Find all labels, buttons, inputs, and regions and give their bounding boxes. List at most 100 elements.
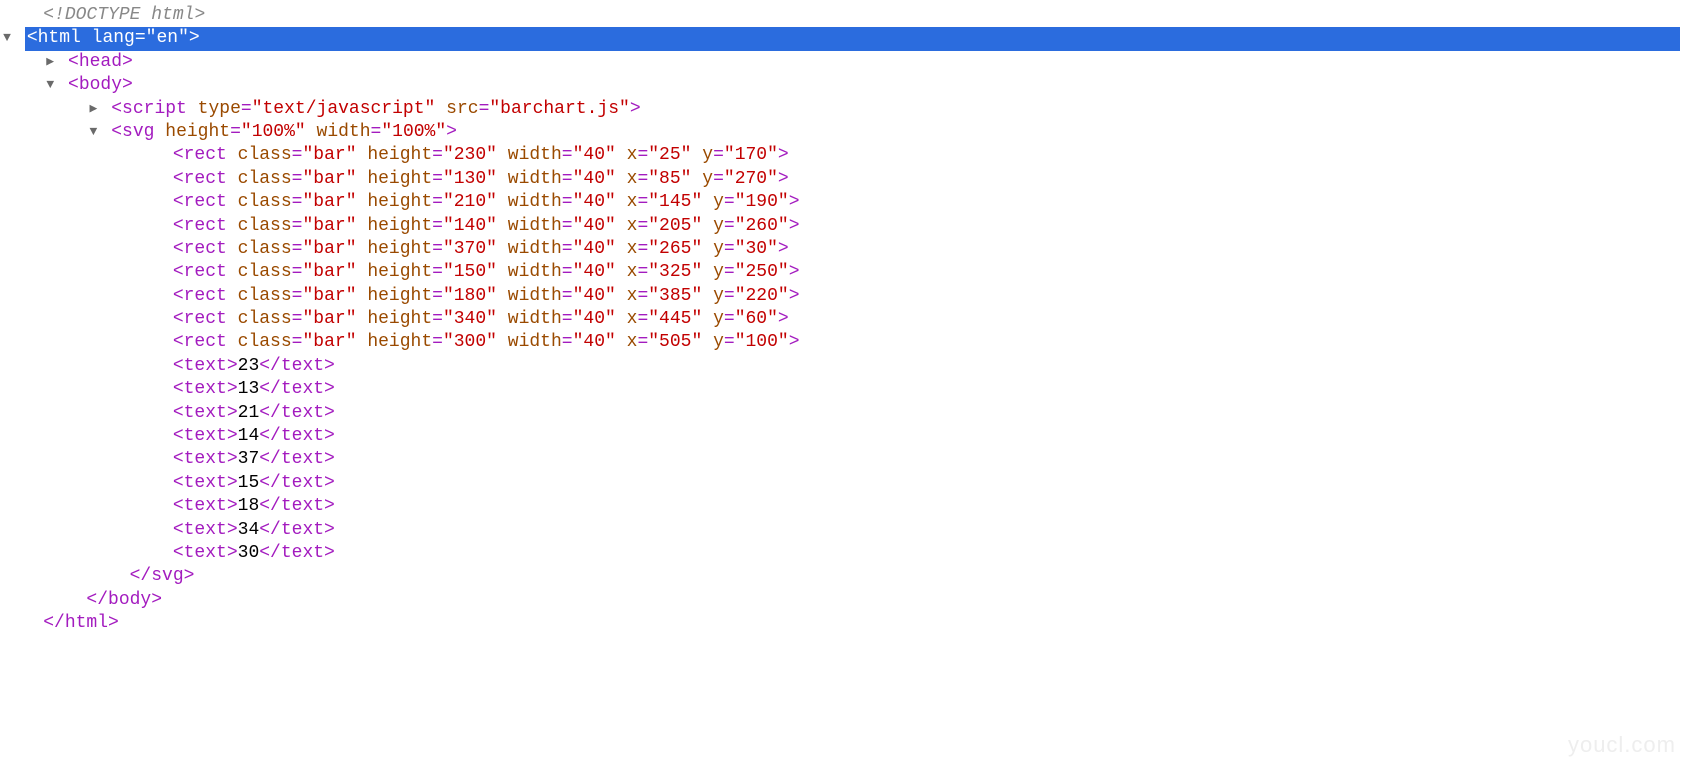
tag-close-bracket: > <box>778 239 789 259</box>
attr-name: width <box>317 122 371 142</box>
attr-name: y <box>713 192 724 212</box>
close-svg: </svg> <box>130 566 195 586</box>
rect-tag: <rect <box>173 169 227 189</box>
attr-value: "40" <box>573 309 616 329</box>
text-close-tag: </text> <box>259 543 335 563</box>
attr-name: x <box>627 216 638 236</box>
code-line[interactable]: <text>14</text> <box>0 425 1692 448</box>
attr-name: x <box>627 332 638 352</box>
attr-name: y <box>713 309 724 329</box>
attr-value: "bar" <box>302 145 356 165</box>
text-open-tag: <text> <box>173 496 238 516</box>
disclosure-script[interactable] <box>86 101 100 118</box>
code-line[interactable]: <body> <box>0 74 1692 97</box>
attr-value: "40" <box>573 286 616 306</box>
code-line[interactable]: <rect class="bar" height="150" width="40… <box>0 261 1692 284</box>
code-line[interactable]: </body> <box>0 589 1692 612</box>
tag-close-bracket: > <box>778 169 789 189</box>
attr-name: class <box>238 332 292 352</box>
tag-close-bracket: > <box>789 216 800 236</box>
disclosure-html[interactable] <box>0 30 14 47</box>
text-close-tag: </text> <box>259 379 335 399</box>
tag-close-bracket: > <box>789 332 800 352</box>
code-line[interactable]: </html> <box>0 612 1692 635</box>
text-value: 34 <box>238 520 260 540</box>
attr-value: "190" <box>735 192 789 212</box>
attr-value: "30" <box>735 239 778 259</box>
attr-name: x <box>627 262 638 282</box>
attr-name: height <box>367 192 432 212</box>
code-line[interactable]: <rect class="bar" height="370" width="40… <box>0 238 1692 261</box>
attr-name: width <box>508 332 562 352</box>
attr-name: class <box>238 262 292 282</box>
watermark: youcl.com <box>1568 731 1676 760</box>
attr-value: "40" <box>573 332 616 352</box>
code-line[interactable]: <text>37</text> <box>0 448 1692 471</box>
attr-value: "370" <box>443 239 497 259</box>
attr-name: class <box>238 216 292 236</box>
code-line[interactable]: <text>23</text> <box>0 355 1692 378</box>
text-close-tag: </text> <box>259 356 335 376</box>
attr-value: "bar" <box>302 309 356 329</box>
close-body: </body> <box>86 590 162 610</box>
code-line[interactable]: <text>15</text> <box>0 472 1692 495</box>
code-line[interactable]: <!DOCTYPE html> <box>0 4 1692 27</box>
attr-value: "bar" <box>302 169 356 189</box>
code-line[interactable]: </svg> <box>0 565 1692 588</box>
rect-tag: <rect <box>173 332 227 352</box>
attr-name: src <box>446 99 478 119</box>
tag-open: <html <box>27 28 81 48</box>
code-line[interactable]: <rect class="bar" height="300" width="40… <box>0 331 1692 354</box>
text-value: 18 <box>238 496 260 516</box>
text-close-tag: </text> <box>259 473 335 493</box>
attr-value: "250" <box>735 262 789 282</box>
attr-value: "40" <box>573 262 616 282</box>
attr-value: "265" <box>648 239 702 259</box>
attr-value: "100%" <box>241 122 306 142</box>
attr-name: class <box>238 145 292 165</box>
doctype-node: <!DOCTYPE html> <box>43 5 205 25</box>
attr-value: "505" <box>648 332 702 352</box>
code-line[interactable]: <text>13</text> <box>0 378 1692 401</box>
code-line[interactable]: <svg height="100%" width="100%"> <box>0 121 1692 144</box>
attr-value: "bar" <box>302 192 356 212</box>
tag-close-bracket: > <box>778 309 789 329</box>
text-close-tag: </text> <box>259 496 335 516</box>
code-line[interactable]: <text>21</text> <box>0 402 1692 425</box>
rect-tag: <rect <box>173 216 227 236</box>
code-line[interactable]: <rect class="bar" height="230" width="40… <box>0 144 1692 167</box>
attr-value: "180" <box>443 286 497 306</box>
tag-close-bracket: > <box>789 262 800 282</box>
attr-value: "bar" <box>302 216 356 236</box>
code-line[interactable]: <rect class="bar" height="210" width="40… <box>0 191 1692 214</box>
attr-name: class <box>238 286 292 306</box>
code-line[interactable]: <rect class="bar" height="140" width="40… <box>0 215 1692 238</box>
attr-value: "270" <box>724 169 778 189</box>
attr-value: "40" <box>573 192 616 212</box>
tag-close-bracket: > <box>630 99 641 119</box>
text-open-tag: <text> <box>173 426 238 446</box>
code-line[interactable]: <rect class="bar" height="180" width="40… <box>0 285 1692 308</box>
attr-name: class <box>238 192 292 212</box>
disclosure-svg[interactable] <box>86 124 100 141</box>
attr-name: width <box>508 239 562 259</box>
attr-value: "barchart.js" <box>489 99 629 119</box>
code-line[interactable]: <rect class="bar" height="340" width="40… <box>0 308 1692 331</box>
disclosure-body[interactable] <box>43 77 57 94</box>
disclosure-head[interactable] <box>43 54 57 71</box>
code-line[interactable]: <rect class="bar" height="130" width="40… <box>0 168 1692 191</box>
code-line[interactable]: <text>18</text> <box>0 495 1692 518</box>
code-line[interactable]: <text>34</text> <box>0 519 1692 542</box>
attr-value: "325" <box>648 262 702 282</box>
attr-value: "100" <box>735 332 789 352</box>
code-line[interactable]: <head> <box>0 51 1692 74</box>
code-line[interactable]: <script type="text/javascript" src="barc… <box>0 98 1692 121</box>
code-line[interactable]: <text>30</text> <box>0 542 1692 565</box>
head-tag: <head> <box>68 52 133 72</box>
attr-value: "130" <box>443 169 497 189</box>
selected-node-html[interactable]: <html lang="en"> <box>0 27 1692 50</box>
attr-name: width <box>508 145 562 165</box>
text-open-tag: <text> <box>173 403 238 423</box>
tag-close-bracket: > <box>789 286 800 306</box>
attr-value: "260" <box>735 216 789 236</box>
